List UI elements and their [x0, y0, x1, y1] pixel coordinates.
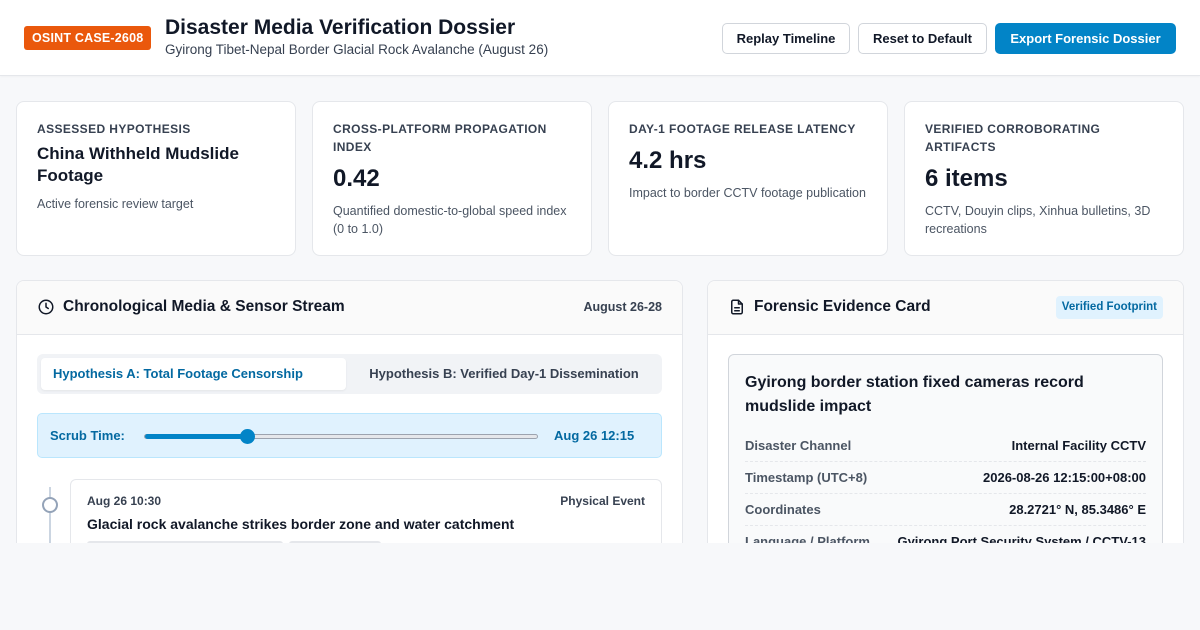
metric-value: 4.2 hrs — [629, 147, 707, 174]
scrub-fill — [145, 434, 247, 439]
evidence-card: Gyirong border station fixed cameras rec… — [728, 354, 1163, 543]
metric-desc: Quantified domestic-to-global speed inde… — [333, 204, 567, 236]
verified-badge: Verified Footprint — [1055, 296, 1163, 319]
evidence-value: Internal Facility CCTV — [1011, 438, 1146, 453]
metric-value: China Withheld Mudslide Footage — [37, 144, 239, 185]
export-dossier-button[interactable]: Export Forensic Dossier — [995, 23, 1176, 54]
panel-header: Forensic Evidence Card Verified Footprin… — [708, 281, 1183, 335]
reset-default-button[interactable]: Reset to Default — [858, 23, 987, 54]
event-tag — [87, 541, 283, 543]
tab-hypothesis-a[interactable]: Hypothesis A: Total Footage Censorship — [41, 358, 346, 390]
metric-desc: CCTV, Douyin clips, Xinhua bulletins, 3D… — [925, 204, 1151, 236]
media-stream-panel: Chronological Media & Sensor Stream Augu… — [16, 280, 683, 543]
metric-value: 6 items — [925, 165, 1008, 192]
metric-value: 0.42 — [333, 165, 380, 192]
evidence-key: Disaster Channel — [745, 438, 852, 453]
metric-label: Day-1 Footage Release Latency — [629, 122, 856, 136]
replay-timeline-button[interactable]: Replay Timeline — [722, 23, 850, 54]
scrub-thumb[interactable] — [239, 429, 255, 444]
tab-hypothesis-b[interactable]: Hypothesis B: Verified Day-1 Disseminati… — [349, 358, 659, 390]
evidence-panel: Forensic Evidence Card Verified Footprin… — [707, 280, 1184, 543]
metric-label: Cross-Platform Propagation Index — [333, 122, 547, 154]
page-subtitle: Gyirong Tibet-Nepal Border Glacial Rock … — [165, 42, 549, 57]
evidence-value: 2026-08-26 12:15:00+08:00 — [983, 470, 1146, 485]
metric-card-hypothesis: Assessed Hypothesis China Withheld Mudsl… — [16, 101, 296, 256]
event-title: Glacial rock avalanche strikes border zo… — [87, 516, 515, 532]
timeline-dot — [42, 497, 58, 513]
metric-label: Verified Corroborating Artifacts — [925, 122, 1101, 154]
evidence-value: 28.2721° N, 85.3486° E — [1009, 502, 1146, 517]
event-type: Physical Event — [560, 494, 645, 508]
evidence-row: Coordinates 28.2721° N, 85.3486° E — [745, 494, 1146, 526]
event-tag — [289, 541, 381, 543]
metric-label: Assessed Hypothesis — [37, 122, 191, 136]
panel-title: Chronological Media & Sensor Stream — [63, 298, 345, 315]
scrub-slider[interactable] — [144, 429, 538, 444]
app-header: OSINT CASE-2608 Disaster Media Verificat… — [0, 0, 1200, 76]
document-icon — [731, 299, 743, 315]
metric-desc: Impact to border CCTV footage publicatio… — [629, 186, 866, 200]
metric-desc: Active forensic review target — [37, 197, 194, 211]
case-badge: OSINT CASE-2608 — [24, 26, 152, 50]
evidence-key: Language / Platform — [745, 534, 870, 543]
evidence-row: Disaster Channel Internal Facility CCTV — [745, 430, 1146, 462]
timeline-event[interactable]: Aug 26 10:30 Physical Event Glacial rock… — [70, 479, 662, 543]
page-title: Disaster Media Verification Dossier — [165, 16, 516, 39]
timeline-line — [49, 487, 51, 543]
clock-icon — [38, 299, 54, 315]
evidence-row: Timestamp (UTC+8) 2026-08-26 12:15:00+08… — [745, 462, 1146, 494]
panel-title: Forensic Evidence Card — [754, 298, 931, 315]
evidence-key: Coordinates — [745, 502, 821, 517]
panel-header: Chronological Media & Sensor Stream Augu… — [17, 281, 682, 335]
metric-card-artifacts: Verified Corroborating Artifacts 6 items… — [904, 101, 1184, 256]
evidence-title: Gyirong border station fixed cameras rec… — [745, 374, 1084, 415]
scrub-control: Scrub Time: Aug 26 12:15 — [37, 413, 662, 458]
metric-card-latency: Day-1 Footage Release Latency 4.2 hrs Im… — [608, 101, 888, 256]
event-time: Aug 26 10:30 — [87, 494, 162, 508]
date-range: August 26-28 — [583, 300, 663, 314]
evidence-row: Language / Platform Gyirong Port Securit… — [745, 526, 1146, 543]
metric-card-propagation: Cross-Platform Propagation Index 0.42 Qu… — [312, 101, 592, 256]
evidence-value: Gyirong Port Security System / CCTV-13 — [897, 534, 1146, 543]
evidence-key: Timestamp (UTC+8) — [745, 470, 868, 485]
scrub-label: Scrub Time: — [50, 428, 125, 443]
hypothesis-tabs: Hypothesis A: Total Footage Censorship H… — [37, 354, 662, 394]
scrub-time: Aug 26 12:15 — [554, 428, 635, 443]
